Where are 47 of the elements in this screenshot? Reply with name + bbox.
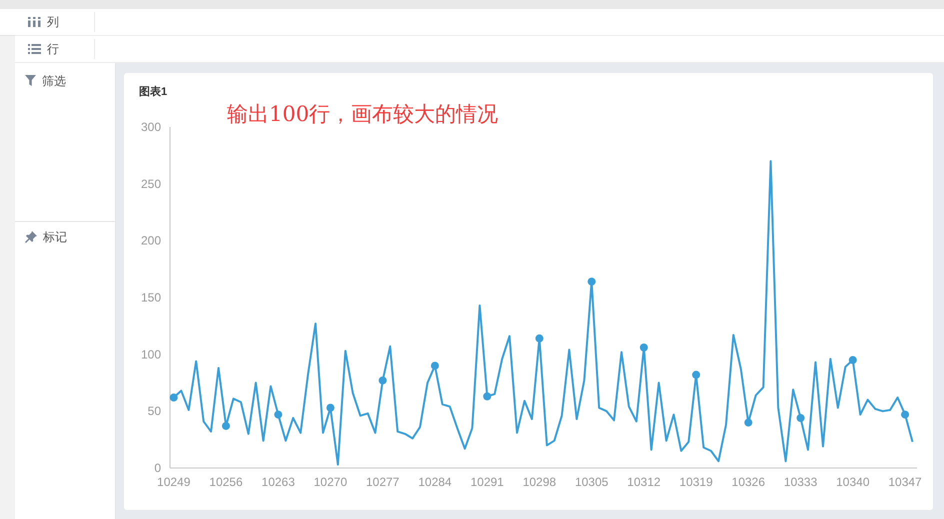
y-tick-label: 200 bbox=[140, 234, 161, 248]
y-tick-label: 300 bbox=[140, 120, 161, 134]
data-point bbox=[378, 376, 387, 384]
shelf-label: 行 bbox=[47, 41, 59, 58]
x-tick-label: 10291 bbox=[470, 475, 504, 489]
x-tick-label: 10319 bbox=[679, 475, 713, 489]
x-tick-label: 10333 bbox=[784, 475, 818, 489]
data-point bbox=[588, 278, 596, 286]
x-tick-label: 10305 bbox=[574, 475, 608, 489]
x-tick-label: 10284 bbox=[418, 475, 452, 489]
data-point bbox=[901, 410, 910, 419]
x-tick-label: 10326 bbox=[732, 475, 766, 489]
x-tick-label: 10270 bbox=[314, 475, 348, 489]
data-point bbox=[744, 418, 752, 427]
data-point bbox=[430, 362, 439, 370]
y-tick-label: 50 bbox=[148, 404, 161, 418]
chart-title: 图表1 bbox=[139, 84, 168, 100]
columns-icon bbox=[28, 17, 41, 27]
data-point bbox=[326, 404, 334, 412]
list-icon bbox=[28, 44, 41, 54]
y-tick-label: 250 bbox=[140, 176, 161, 191]
x-tick-label: 10347 bbox=[888, 475, 922, 489]
data-point bbox=[274, 410, 282, 419]
annotation-text: 输出100行，画布较大的情况 bbox=[227, 101, 498, 127]
x-tick-label: 10256 bbox=[209, 475, 243, 489]
data-point bbox=[170, 394, 178, 402]
y-tick-label: 100 bbox=[140, 347, 161, 362]
x-tick-label: 10277 bbox=[366, 475, 400, 489]
x-tick-label: 10298 bbox=[522, 475, 556, 489]
panel-label: 筛选 bbox=[42, 75, 66, 87]
y-tick-label: 0 bbox=[154, 461, 161, 475]
data-point bbox=[535, 334, 544, 342]
data-point bbox=[222, 422, 230, 430]
x-tick-label: 10340 bbox=[836, 475, 870, 489]
data-point bbox=[640, 344, 648, 352]
data-point bbox=[692, 370, 700, 379]
data-point bbox=[848, 356, 857, 364]
x-tick-label: 10312 bbox=[627, 475, 661, 489]
y-tick-label: 150 bbox=[140, 290, 161, 304]
data-point bbox=[483, 392, 492, 400]
panel-label: 标记 bbox=[43, 231, 67, 243]
x-tick-label: 10263 bbox=[262, 475, 295, 489]
pin-icon bbox=[25, 231, 37, 243]
x-tick-label: 10249 bbox=[157, 475, 190, 489]
shelf-label: 列 bbox=[47, 14, 59, 31]
data-point bbox=[796, 414, 805, 422]
filter-icon bbox=[25, 75, 36, 86]
